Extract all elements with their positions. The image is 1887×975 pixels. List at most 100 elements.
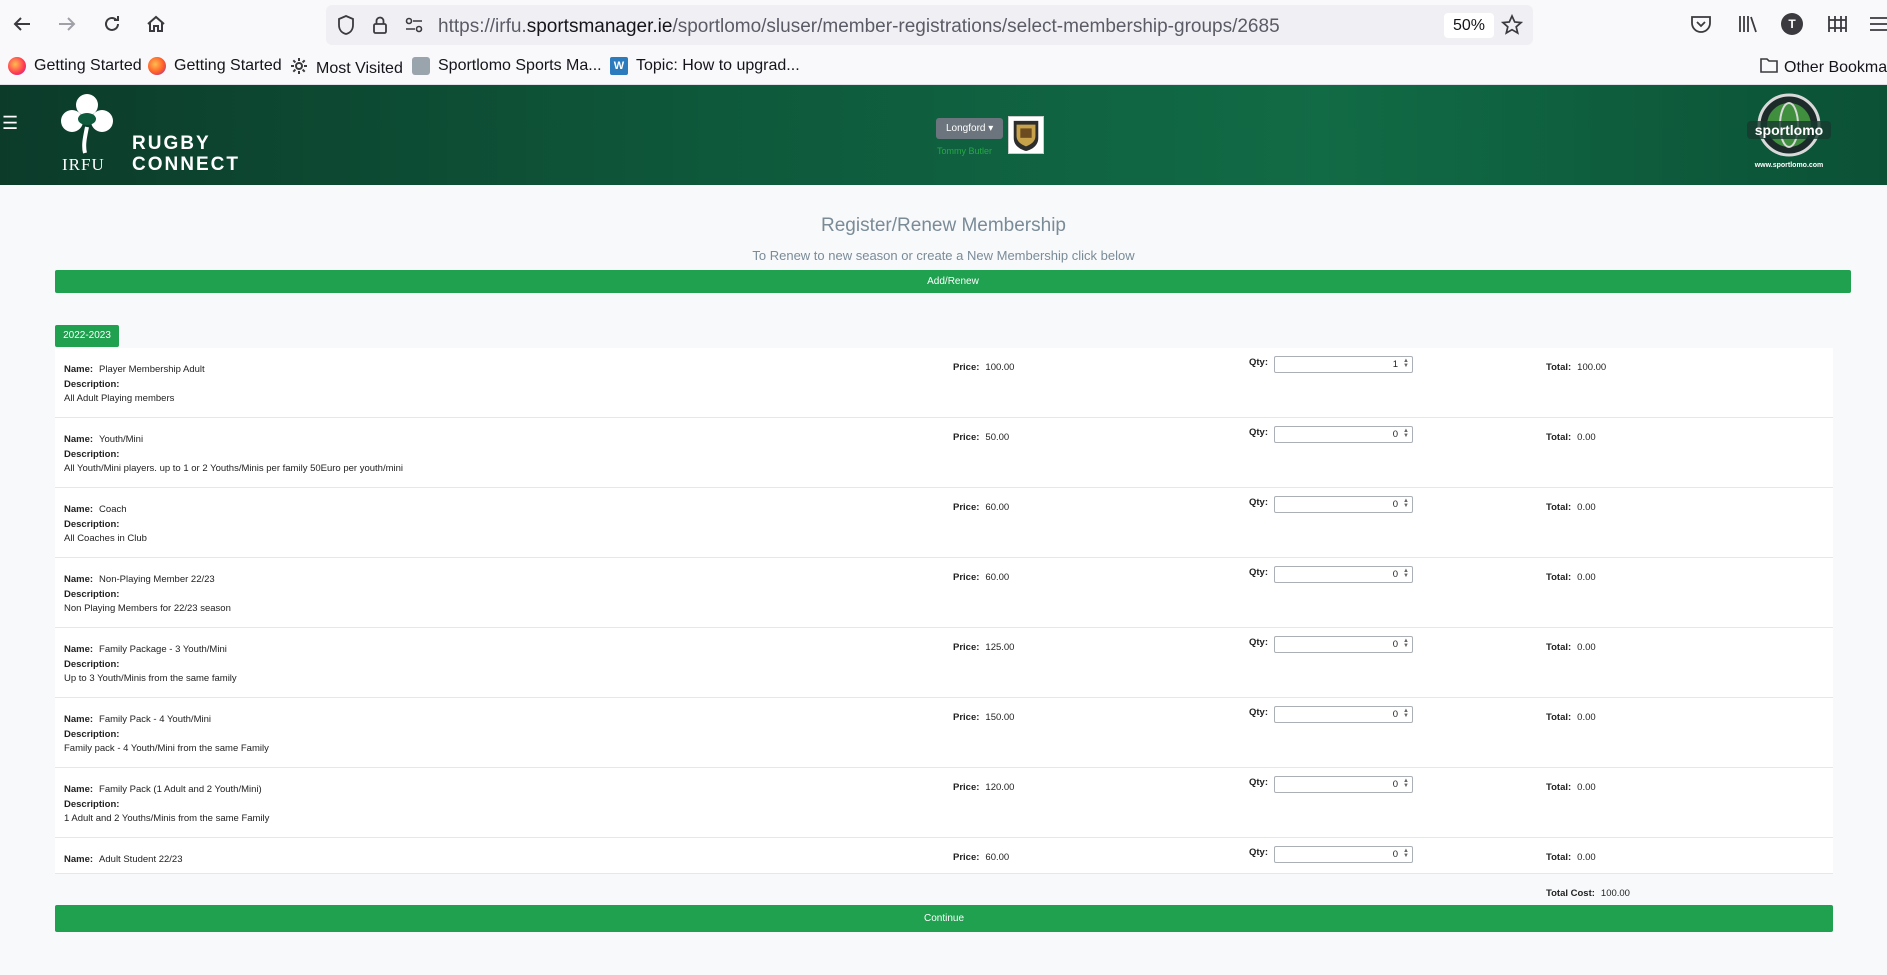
spinner-icon[interactable]: ▲ ▼ [1402, 498, 1410, 510]
total-cost-label: Total Cost: [1546, 888, 1595, 899]
total-cost: Total Cost: 100.00 [1546, 883, 1630, 901]
spinner-icon[interactable]: ▲ ▼ [1402, 428, 1410, 440]
wordpress-icon: W [610, 57, 628, 75]
club-crest[interactable] [1008, 116, 1044, 154]
membership-total: 0.00 [1577, 642, 1596, 653]
forward-icon[interactable] [53, 10, 81, 38]
description-label: Description: [64, 799, 120, 810]
price-label: Price: [953, 852, 980, 863]
sportlomo-logo: sportlomo [1747, 93, 1831, 157]
price-label: Price: [953, 712, 980, 723]
continue-button[interactable]: Continue [55, 905, 1833, 932]
pocket-icon[interactable] [1690, 14, 1712, 39]
spinner-icon[interactable]: ▲ ▼ [1402, 778, 1410, 790]
total-cost-value: 100.00 [1600, 888, 1630, 899]
total-label: Total: [1546, 642, 1572, 653]
membership-price: 120.00 [985, 782, 1015, 793]
name-label: Name: [64, 504, 94, 515]
url-bar[interactable]: https://irfu.sportsmanager.ie/sportlomo/… [326, 5, 1533, 45]
membership-total: 0.00 [1577, 852, 1596, 863]
membership-total: 0.00 [1577, 712, 1596, 723]
membership-total: 0.00 [1577, 572, 1596, 583]
qty-input[interactable]: 1 ▲ ▼ [1274, 356, 1413, 373]
gear-icon [290, 57, 308, 80]
reload-icon[interactable] [98, 10, 126, 38]
membership-name: Family Pack (1 Adult and 2 Youth/Mini) [99, 784, 262, 795]
total-label: Total: [1546, 502, 1572, 513]
home-icon[interactable] [142, 10, 170, 38]
brand-name: RUGBY CONNECT [132, 133, 240, 175]
season-tab[interactable]: 2022-2023 [55, 325, 119, 347]
bookmark-item[interactable]: Getting Started [148, 57, 282, 75]
bookmark-item[interactable]: Most Visited [290, 57, 403, 80]
price-label: Price: [953, 362, 980, 373]
menu-icon[interactable] [1868, 14, 1887, 39]
membership-name: Family Package - 3 Youth/Mini [99, 644, 227, 655]
back-icon[interactable] [8, 10, 36, 38]
lock-icon[interactable] [371, 14, 389, 41]
shield-icon[interactable] [336, 14, 356, 41]
membership-row: Name: Family Pack (1 Adult and 2 Youth/Mi… [55, 768, 1833, 838]
membership-name: Player Membership Adult [99, 364, 205, 375]
add-renew-button[interactable]: Add/Renew [55, 270, 1851, 293]
qty-input[interactable]: 0 ▲ ▼ [1274, 496, 1413, 513]
spinner-icon[interactable]: ▲ ▼ [1402, 848, 1410, 860]
membership-price: 125.00 [985, 642, 1015, 653]
qty-input[interactable]: 0 ▲ ▼ [1274, 706, 1413, 723]
profile-avatar[interactable]: T [1781, 13, 1803, 35]
membership-price: 150.00 [985, 712, 1015, 723]
membership-name: Youth/Mini [99, 434, 144, 445]
name-label: Name: [64, 574, 94, 585]
qty-label: Qty: [1249, 567, 1268, 578]
qty-label: Qty: [1249, 707, 1268, 718]
qty-input[interactable]: 0 ▲ ▼ [1274, 846, 1413, 863]
membership-total: 0.00 [1577, 502, 1596, 513]
bookmark-item[interactable]: Getting Started [8, 57, 142, 75]
membership-price: 60.00 [985, 572, 1010, 583]
name-label: Name: [64, 784, 94, 795]
total-label: Total: [1546, 712, 1572, 723]
price-label: Price: [953, 572, 980, 583]
qty-input[interactable]: 0 ▲ ▼ [1274, 426, 1413, 443]
membership-price: 60.00 [985, 852, 1010, 863]
membership-name: Coach [99, 504, 127, 515]
qty-input[interactable]: 0 ▲ ▼ [1274, 776, 1413, 793]
spinner-icon[interactable]: ▲ ▼ [1402, 638, 1410, 650]
club-dropdown[interactable]: Longford ▾ [936, 118, 1004, 139]
user-name: Tommy Butler [937, 146, 993, 156]
membership-row: Name: Family Pack - 4 Youth/Mini Descript… [55, 698, 1833, 768]
bookmark-star-icon[interactable] [1500, 13, 1524, 41]
membership-description: All Youth/Mini players. up to 1 or 2 You… [64, 463, 404, 474]
membership-row: Name: Youth/Mini Description: All Youth/M… [55, 418, 1833, 488]
qty-label: Qty: [1249, 427, 1268, 438]
zoom-level[interactable]: 50% [1444, 13, 1495, 38]
membership-name: Non-Playing Member 22/23 [99, 574, 215, 585]
name-label: Name: [64, 644, 94, 655]
qty-label: Qty: [1249, 497, 1268, 508]
qty-input[interactable]: 0 ▲ ▼ [1274, 566, 1413, 583]
name-label: Name: [64, 364, 94, 375]
other-bookmarks[interactable]: Other Bookmarks [1760, 57, 1887, 78]
qty-label: Qty: [1249, 777, 1268, 788]
folder-icon [1760, 57, 1778, 78]
name-label: Name: [64, 714, 94, 725]
svg-text:sportlomo: sportlomo [1755, 122, 1823, 138]
extensions-icon[interactable] [1826, 13, 1848, 40]
bookmark-item[interactable]: W Topic: How to upgrad... [610, 57, 800, 75]
membership-name: Family Pack - 4 Youth/Mini [99, 714, 211, 725]
spinner-icon[interactable]: ▲ ▼ [1402, 708, 1410, 720]
spinner-icon[interactable]: ▲ ▼ [1402, 358, 1410, 370]
page-subtitle: To Renew to new season or create a New M… [752, 248, 1135, 263]
total-label: Total: [1546, 572, 1572, 583]
name-label: Name: [64, 854, 94, 865]
qty-input[interactable]: 0 ▲ ▼ [1274, 636, 1413, 653]
hamburger-menu-icon[interactable]: ☰ [2, 113, 18, 134]
permissions-icon[interactable] [404, 16, 424, 39]
membership-description: Up to 3 Youth/Minis from the same family [64, 673, 237, 684]
bookmark-item[interactable]: Sportlomo Sports Ma... [412, 57, 602, 75]
price-label: Price: [953, 502, 980, 513]
browser-toolbar: https://irfu.sportsmanager.ie/sportlomo/… [0, 0, 1887, 50]
firefox-icon [148, 57, 166, 75]
spinner-icon[interactable]: ▲ ▼ [1402, 568, 1410, 580]
library-icon[interactable] [1737, 14, 1759, 39]
